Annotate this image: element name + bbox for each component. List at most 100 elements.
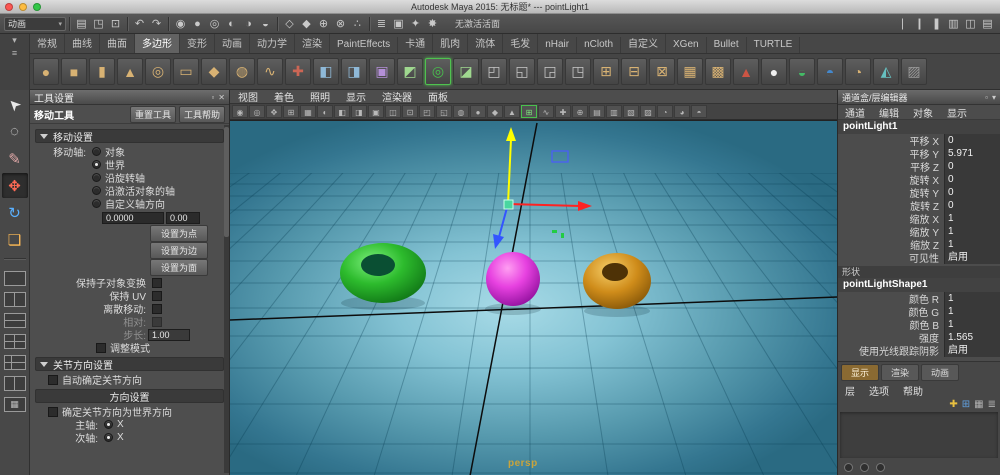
snap-surface-icon[interactable]: ∴ bbox=[349, 16, 366, 32]
move-settings-section-header[interactable]: 移动设置 bbox=[35, 129, 224, 144]
two-d-pan-zoom-icon[interactable]: ◐ bbox=[317, 105, 333, 118]
resolution-gate-icon[interactable]: ◫ bbox=[385, 105, 401, 118]
shelf-icon-poly-cylinder[interactable]: ▮ bbox=[89, 58, 115, 85]
attr-value[interactable]: 启用 bbox=[944, 251, 1000, 264]
shelf-icon-poly-sphere[interactable]: ● bbox=[33, 58, 59, 85]
film-gate-icon[interactable]: ▣ bbox=[368, 105, 384, 118]
ipr-render-icon[interactable]: ✦ bbox=[407, 16, 424, 32]
construction-history-icon[interactable]: ≣ bbox=[373, 16, 390, 32]
checkbox-保持 UV[interactable] bbox=[152, 290, 162, 301]
new-scene-icon[interactable]: ▤ bbox=[73, 16, 90, 32]
shaded-mode-icon[interactable]: ◆ bbox=[487, 105, 503, 118]
move-tool[interactable]: ✥ bbox=[1, 173, 28, 198]
shelf-tab-渲染[interactable]: 渲染 bbox=[295, 34, 330, 53]
axis-radio-自定义轴方向[interactable] bbox=[92, 199, 101, 208]
attr-value[interactable]: 1 bbox=[944, 292, 1000, 305]
shelf-icon-poly-torus-active[interactable]: ◎ bbox=[425, 58, 451, 85]
image-plane-icon[interactable]: ▦ bbox=[300, 105, 316, 118]
joint-orient-section-header[interactable]: 关节方向设置 bbox=[35, 357, 224, 372]
menu-set-selector[interactable]: 动画 ▾ bbox=[4, 16, 66, 31]
shelf-icon-poly-prism[interactable]: ◆ bbox=[201, 58, 227, 85]
shelf-icon-mirror[interactable]: ▩ bbox=[705, 58, 731, 85]
shelf-tab-曲线[interactable]: 曲线 bbox=[65, 34, 100, 53]
select-mask-a-icon[interactable]: ◐ bbox=[223, 16, 240, 32]
shelf-icon-smooth[interactable]: ◩ bbox=[397, 58, 423, 85]
snap-point-icon[interactable]: ⊕ bbox=[315, 16, 332, 32]
layer-list[interactable] bbox=[840, 412, 998, 458]
render-frame-icon[interactable]: ▣ bbox=[390, 16, 407, 32]
channel-menu-编辑[interactable]: 编辑 bbox=[872, 105, 906, 120]
panel-detach-icon[interactable]: ▫ bbox=[211, 93, 214, 102]
shelf-icon-poly-cone[interactable]: ▲ bbox=[117, 58, 143, 85]
attr-value[interactable]: 启用 bbox=[944, 344, 1000, 357]
attr-value[interactable]: 5.971 bbox=[944, 147, 1000, 160]
layer-options-icon[interactable]: ≣ bbox=[988, 399, 996, 410]
viewport-menu-渲染器[interactable]: 渲染器 bbox=[374, 89, 420, 104]
sequence-time-icon[interactable]: ▥ bbox=[606, 105, 622, 118]
lasso-tool[interactable]: ◌ bbox=[2, 119, 28, 144]
shelf-tab-多边形[interactable]: 多边形 bbox=[135, 34, 180, 53]
multisample-aa-icon[interactable]: ▤ bbox=[589, 105, 605, 118]
primary-axis-x-radio[interactable] bbox=[104, 420, 113, 429]
shelf-tab-XGen[interactable]: XGen bbox=[666, 37, 707, 53]
viewport-menu-面板[interactable]: 面板 bbox=[420, 89, 456, 104]
shelf-icon-poly-pipe[interactable]: ◍ bbox=[229, 58, 255, 85]
wireframe-mode-icon[interactable]: ● bbox=[470, 105, 486, 118]
shelf-tab-曲面[interactable]: 曲面 bbox=[100, 34, 135, 53]
shelf-tab-Bullet[interactable]: Bullet bbox=[707, 37, 747, 53]
light-wireframe-icon[interactable] bbox=[551, 150, 569, 163]
layout-outliner-persp[interactable] bbox=[3, 376, 26, 391]
shelf-tab-变形[interactable]: 变形 bbox=[180, 34, 215, 53]
rotate-tool[interactable]: ↻ bbox=[2, 200, 28, 225]
custom-axis-x-field[interactable]: 0.0000 bbox=[102, 211, 164, 224]
redo-icon[interactable]: ↷ bbox=[148, 16, 165, 32]
shelf-tab-肌肉[interactable]: 肌肉 bbox=[433, 34, 469, 53]
sidebar-toggle-a-icon[interactable]: ❘ bbox=[894, 16, 911, 32]
exposure-icon[interactable]: ◕ bbox=[674, 105, 690, 118]
camera-attributes-icon[interactable]: ✥ bbox=[266, 105, 282, 118]
magenta-sphere[interactable] bbox=[486, 252, 540, 306]
checkbox-保持子对象变换[interactable] bbox=[152, 277, 162, 288]
step-size-field[interactable]: 1.00 bbox=[148, 328, 190, 341]
relative-checkbox[interactable] bbox=[152, 316, 162, 327]
shelf-icon-sphere-white[interactable]: ● bbox=[761, 58, 787, 85]
axis-radio-世界[interactable] bbox=[92, 160, 101, 169]
select-camera-icon[interactable]: ◉ bbox=[232, 105, 248, 118]
attr-value[interactable]: 0 bbox=[944, 134, 1000, 147]
shelf-tab-arrow-icon[interactable]: ▾ bbox=[12, 34, 17, 47]
xray-joints-icon[interactable]: ▨ bbox=[640, 105, 656, 118]
attr-value[interactable]: 1.565 bbox=[944, 331, 1000, 344]
layout-hypergraph[interactable]: ▦ bbox=[3, 397, 26, 412]
shelf-icon-append[interactable]: ◱ bbox=[509, 58, 535, 85]
select-mask-b-icon[interactable]: ◑ bbox=[240, 16, 257, 32]
manipulator-x-axis[interactable] bbox=[507, 203, 581, 207]
move-manipulator[interactable] bbox=[493, 127, 592, 249]
layer-toggle-3[interactable] bbox=[876, 462, 885, 472]
shelf-icon-poly-plus[interactable]: ✚ bbox=[285, 58, 311, 85]
paint-select-tool[interactable]: ✎ bbox=[2, 146, 28, 171]
axis-radio-对象[interactable] bbox=[92, 147, 101, 156]
field-chart-icon[interactable]: ◰ bbox=[419, 105, 435, 118]
viewport-menu-显示[interactable]: 显示 bbox=[338, 89, 374, 104]
viewport-menu-着色[interactable]: 着色 bbox=[266, 89, 302, 104]
secondary-axis-x-radio[interactable] bbox=[104, 433, 113, 442]
layout-three-panes[interactable] bbox=[3, 355, 26, 370]
manipulator-y-arrowhead[interactable] bbox=[506, 127, 516, 141]
layer-toggle-1[interactable] bbox=[844, 462, 853, 472]
snap-grid-icon[interactable]: ◇ bbox=[281, 16, 298, 32]
shelf-icon-poly-helix[interactable]: ∿ bbox=[257, 58, 283, 85]
scrollbar[interactable] bbox=[224, 125, 229, 473]
shelf-icon-platonic[interactable]: ◭ bbox=[873, 58, 899, 85]
shelf-tab-卡通[interactable]: 卡通 bbox=[398, 34, 434, 53]
screen-space-ao-icon[interactable]: ✚ bbox=[555, 105, 571, 118]
manipulator-y-axis[interactable] bbox=[507, 138, 512, 205]
undo-icon[interactable]: ↶ bbox=[131, 16, 148, 32]
lock-camera-icon[interactable]: ◎ bbox=[249, 105, 265, 118]
shelf-tab-动画[interactable]: 动画 bbox=[215, 34, 250, 53]
set-axis-button-设置为边[interactable]: 设置为边 bbox=[150, 242, 208, 259]
world-orient-checkbox[interactable] bbox=[48, 406, 58, 417]
bookmark-icon[interactable]: ⊞ bbox=[283, 105, 299, 118]
attr-value[interactable]: 1 bbox=[944, 212, 1000, 225]
shelf-tab-流体[interactable]: 流体 bbox=[468, 34, 504, 53]
adjust-mode-checkbox[interactable] bbox=[96, 342, 106, 353]
